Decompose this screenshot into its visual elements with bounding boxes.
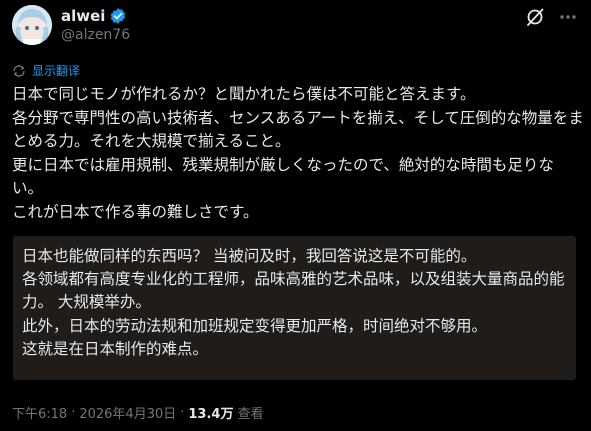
author-handle[interactable]: @alzen76 [61,27,130,43]
meta-separator: · [71,405,76,420]
post-date[interactable]: 2026年4月30日 [79,403,176,422]
verified-badge-icon [111,8,126,24]
post-time[interactable]: 下午6:18 [12,403,67,422]
avatar[interactable] [12,5,52,45]
show-translation-label[interactable]: 显示翻译 [32,62,80,79]
meta-separator: · [180,405,185,420]
views-count: 13.4万 [188,407,234,422]
views-label: 查看 [237,407,264,422]
show-translation-link[interactable]: 显示翻译 [12,62,80,79]
author-name-row[interactable]: alwei [61,7,127,25]
grok-icon [527,8,544,26]
author-name[interactable]: alwei [61,7,105,25]
translation-text: 日本也能做同样的东西吗？ 当被问及时，我回答说这是不可能的。 各领域都有高度专业… [22,247,565,358]
post-meta: 下午6:18 · 2026年4月30日 · 13.4万 查看 [12,403,263,422]
more-options-icon [560,15,576,19]
translate-icon [13,64,25,77]
post-text: 日本で同じモノが作れるか？と聞かれたら僕は不可能と答えます。 各分野で専門性の高… [12,85,584,221]
grok-button[interactable] [524,6,546,28]
avatar-image [12,5,52,45]
more-options-button[interactable] [556,6,580,28]
